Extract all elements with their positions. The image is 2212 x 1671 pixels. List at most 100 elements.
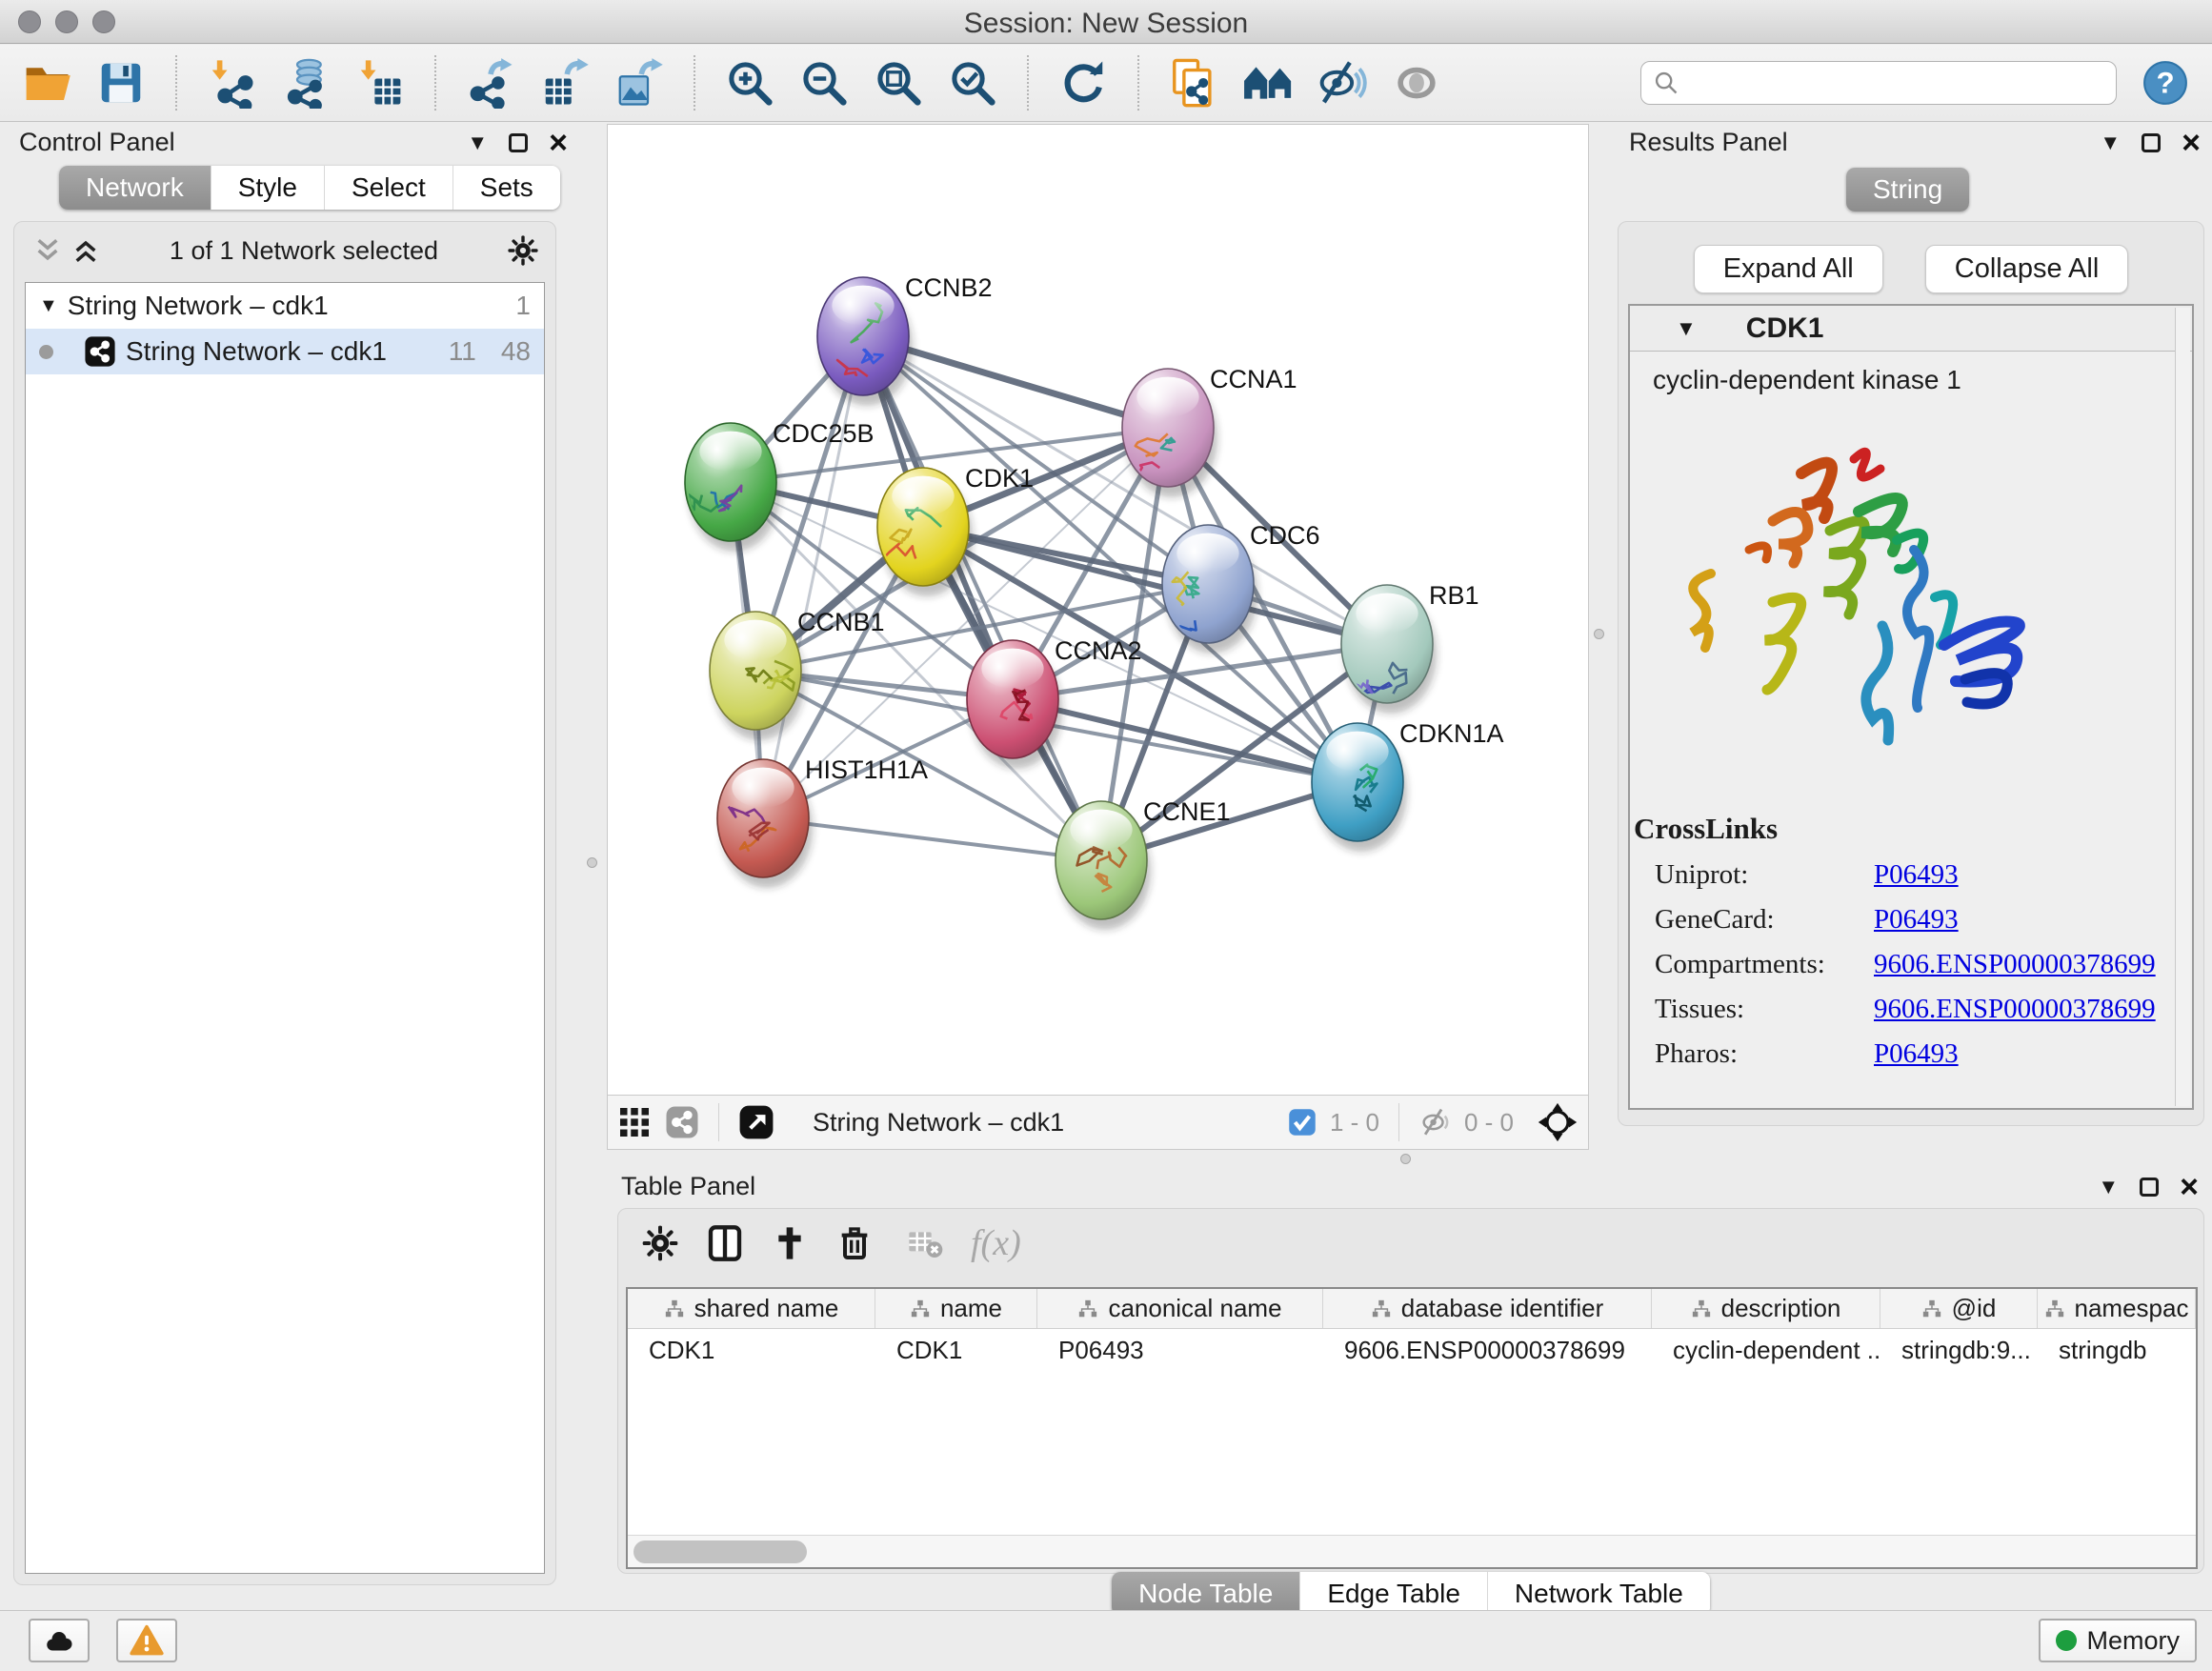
collapse-all-button[interactable]: Collapse All bbox=[1925, 245, 2129, 293]
right-splitter-handle[interactable] bbox=[1594, 629, 1604, 639]
panel-menu-icon[interactable]: ▼ bbox=[467, 131, 488, 155]
uniprot-link[interactable]: P06493 bbox=[1874, 859, 1959, 891]
graph-node-HIST1H1A[interactable] bbox=[717, 759, 809, 877]
float-panel-icon[interactable] bbox=[2140, 1178, 2159, 1197]
graph-node-CCNB2[interactable] bbox=[817, 277, 909, 395]
network-options-gear-icon[interactable] bbox=[507, 234, 539, 267]
expand-all-button[interactable]: Expand All bbox=[1694, 245, 1883, 293]
zoom-selected-button[interactable] bbox=[947, 57, 998, 109]
float-panel-icon[interactable] bbox=[2142, 133, 2161, 152]
column-header[interactable]: namespac bbox=[2038, 1289, 2196, 1328]
table-cell[interactable]: cyclin-dependent ... bbox=[1652, 1329, 1880, 1371]
network-view-share-icon[interactable] bbox=[665, 1105, 699, 1139]
genecard-link[interactable]: P06493 bbox=[1874, 904, 1959, 936]
show-graphics-button[interactable] bbox=[1391, 57, 1442, 109]
scrollbar-thumb[interactable] bbox=[633, 1540, 807, 1563]
show-columns-icon[interactable] bbox=[706, 1224, 744, 1262]
float-panel-icon[interactable] bbox=[509, 133, 528, 152]
add-column-icon[interactable] bbox=[771, 1224, 809, 1262]
save-session-button[interactable] bbox=[95, 57, 147, 109]
search-input[interactable] bbox=[1687, 69, 2104, 98]
hidden-eye-icon[interactable] bbox=[1418, 1106, 1451, 1138]
panel-menu-icon[interactable]: ▼ bbox=[2098, 1175, 2119, 1199]
table-cell[interactable]: 9606.ENSP00000378699 bbox=[1323, 1329, 1652, 1371]
network-row-selected[interactable]: String Network – cdk1 11 48 bbox=[26, 329, 544, 374]
apply-layout-button[interactable] bbox=[1057, 57, 1109, 109]
warnings-button[interactable] bbox=[116, 1619, 177, 1662]
collapse-all-icon[interactable] bbox=[32, 235, 63, 266]
network-collection-row[interactable]: ▼ String Network – cdk1 1 bbox=[26, 283, 544, 329]
graph-node-label-CCNB1: CCNB1 bbox=[797, 608, 885, 636]
close-panel-icon[interactable]: × bbox=[2180, 1178, 2199, 1197]
table-row[interactable]: CDK1CDK1P064939606.ENSP00000378699cyclin… bbox=[628, 1329, 2196, 1371]
bottom-splitter-handle[interactable] bbox=[1400, 1154, 1411, 1164]
node-table[interactable]: shared namenamecanonical namedatabase id… bbox=[628, 1289, 2196, 1535]
memory-button[interactable]: Memory bbox=[2039, 1619, 2197, 1662]
birdseye-view-icon[interactable] bbox=[738, 1104, 774, 1140]
help-button[interactable]: ? bbox=[2140, 57, 2191, 109]
tab-network[interactable]: Network bbox=[59, 166, 211, 210]
navigator-crosshair-icon[interactable] bbox=[1537, 1101, 1579, 1143]
table-cell[interactable]: stringdb bbox=[2038, 1329, 2196, 1371]
string-home-button[interactable] bbox=[1242, 57, 1294, 109]
table-gear-icon[interactable] bbox=[641, 1224, 679, 1262]
graph-node-CDC25B[interactable] bbox=[685, 423, 776, 541]
table-cell[interactable]: CDK1 bbox=[628, 1329, 875, 1371]
compartments-link[interactable]: 9606.ENSP00000378699 bbox=[1874, 949, 2156, 980]
column-type-icon bbox=[1691, 1299, 1712, 1319]
left-splitter-handle[interactable] bbox=[587, 857, 597, 868]
grid-view-icon[interactable] bbox=[617, 1105, 652, 1139]
column-header[interactable]: @id bbox=[1880, 1289, 2038, 1328]
column-header[interactable]: shared name bbox=[628, 1289, 875, 1328]
column-header[interactable]: description bbox=[1652, 1289, 1880, 1328]
tissues-link[interactable]: 9606.ENSP00000378699 bbox=[1874, 994, 2156, 1025]
graph-node-CCNB1[interactable] bbox=[710, 612, 801, 730]
column-header[interactable]: name bbox=[875, 1289, 1037, 1328]
gene-card-header[interactable]: ▼ CDK1 bbox=[1630, 306, 2192, 352]
graph-node-CDKN1A[interactable] bbox=[1312, 723, 1403, 841]
gene-expander-icon[interactable]: ▼ bbox=[1676, 316, 1697, 341]
export-table-button[interactable] bbox=[539, 57, 591, 109]
expand-all-icon[interactable] bbox=[70, 235, 101, 266]
hide-unhide-button[interactable] bbox=[1317, 57, 1368, 109]
search-box[interactable] bbox=[1640, 61, 2117, 105]
crosslink-label: Compartments: bbox=[1655, 949, 1874, 980]
open-session-button[interactable] bbox=[21, 57, 72, 109]
table-cell[interactable]: stringdb:9... bbox=[1880, 1329, 2038, 1371]
results-scrollbar[interactable] bbox=[2175, 308, 2190, 1106]
export-image-button[interactable] bbox=[613, 57, 665, 109]
tab-select[interactable]: Select bbox=[325, 166, 453, 210]
tab-string[interactable]: String bbox=[1846, 168, 1969, 211]
tree-expander-icon[interactable]: ▼ bbox=[39, 295, 58, 317]
column-type-icon bbox=[1077, 1299, 1098, 1319]
import-table-button[interactable] bbox=[354, 57, 406, 109]
network-graph[interactable]: CCNB2CCNA1CDC25BCDK1CDC6RB1CCNB1CCNA2CDK… bbox=[608, 125, 1590, 1096]
table-cell[interactable]: CDK1 bbox=[875, 1329, 1037, 1371]
delete-column-icon[interactable] bbox=[835, 1224, 874, 1262]
import-network-button[interactable] bbox=[206, 57, 257, 109]
pharos-link[interactable]: P06493 bbox=[1874, 1038, 1959, 1070]
toolbar-separator bbox=[694, 55, 695, 111]
close-panel-icon[interactable]: × bbox=[549, 133, 568, 152]
graph-node-CCNA2[interactable] bbox=[967, 640, 1058, 758]
tab-sets[interactable]: Sets bbox=[453, 166, 560, 210]
column-header[interactable]: database identifier bbox=[1323, 1289, 1652, 1328]
import-network-from-database-button[interactable] bbox=[280, 57, 332, 109]
table-cell[interactable]: P06493 bbox=[1037, 1329, 1323, 1371]
graph-node-CDC6[interactable] bbox=[1162, 525, 1254, 643]
close-panel-icon[interactable]: × bbox=[2182, 133, 2201, 152]
table-horizontal-scrollbar[interactable] bbox=[628, 1535, 2196, 1567]
cloud-button[interactable] bbox=[29, 1619, 90, 1662]
network-canvas[interactable]: CCNB2CCNA1CDC25BCDK1CDC6RB1CCNB1CCNA2CDK… bbox=[607, 124, 1589, 1095]
tab-style[interactable]: Style bbox=[211, 166, 325, 210]
zoom-fit-button[interactable] bbox=[873, 57, 924, 109]
clone-network-button[interactable] bbox=[1168, 57, 1219, 109]
export-network-button[interactable] bbox=[465, 57, 516, 109]
selected-checkbox-icon[interactable] bbox=[1288, 1108, 1317, 1137]
panel-menu-icon[interactable]: ▼ bbox=[2100, 131, 2121, 155]
zoom-in-button[interactable] bbox=[724, 57, 775, 109]
graph-node-CCNE1[interactable] bbox=[1056, 801, 1147, 919]
graph-node-CDK1[interactable] bbox=[877, 468, 969, 586]
zoom-out-button[interactable] bbox=[798, 57, 850, 109]
column-header[interactable]: canonical name bbox=[1037, 1289, 1323, 1328]
